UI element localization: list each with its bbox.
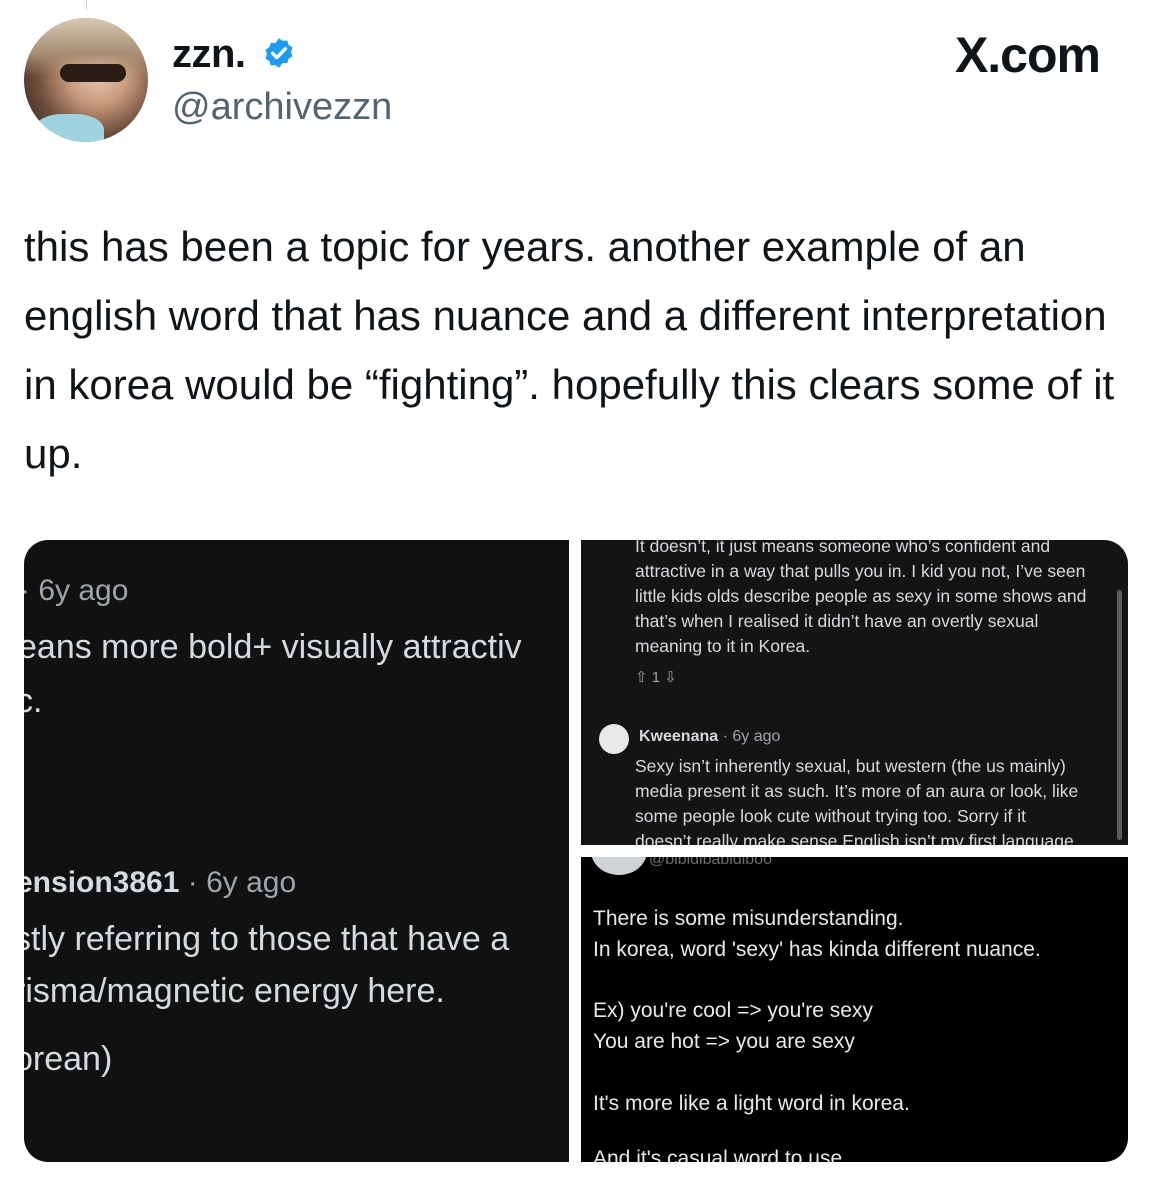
tweet-text: this has been a topic for years. another… bbox=[24, 223, 1115, 477]
comment-line: In korea, word 'sexy' has kinda differen… bbox=[593, 938, 1041, 961]
screenshot-left[interactable]: · 6y ago eans more bold+ visually attrac… bbox=[24, 540, 569, 1162]
reply-username: Kweenana · 6y ago bbox=[639, 728, 780, 746]
screenshot-bottom-right[interactable]: @bibidibabidiboo There is some misunders… bbox=[581, 857, 1128, 1162]
comment-line: It doesn’t, it just means someone who’s … bbox=[635, 540, 1051, 556]
comment-time: · 6y ago bbox=[179, 866, 297, 899]
comment-line: There is some misunderstanding. bbox=[593, 907, 904, 930]
commenter-handle: @bibidibabidiboo bbox=[649, 857, 772, 868]
avatar-glasses bbox=[60, 64, 126, 82]
reply-line: media present it as such. It’s more of a… bbox=[635, 781, 1079, 801]
screenshot-top-right[interactable]: It doesn’t, it just means someone who’s … bbox=[581, 540, 1128, 845]
comment-line: You are hot => you are sexy bbox=[593, 1030, 855, 1053]
comment-text: risma/magnetic energy here. bbox=[24, 972, 445, 1010]
avatar[interactable] bbox=[24, 18, 148, 142]
display-name[interactable]: zzn. bbox=[172, 32, 246, 77]
verified-badge-icon bbox=[265, 38, 293, 68]
comment-line-cut: And it's casual word to use bbox=[593, 1147, 843, 1162]
comment-line: attractive in a way that pulls you in. I… bbox=[635, 561, 1086, 581]
comment-line: It's more like a light word in korea. bbox=[593, 1092, 910, 1115]
commenter-avatar bbox=[591, 857, 647, 875]
comment-line: little kids olds describe people as sexy… bbox=[635, 586, 1087, 606]
username-text: Kweenana bbox=[639, 728, 719, 745]
reply-line: some people look cute without trying too… bbox=[635, 806, 1027, 826]
comment-line: meaning to it in Korea. bbox=[635, 636, 811, 656]
reply-time: · 6y ago bbox=[718, 728, 781, 745]
reply-avatar bbox=[599, 724, 629, 754]
user-handle[interactable]: @archivezzn bbox=[172, 86, 392, 129]
comment-text: orean) bbox=[24, 1040, 113, 1078]
avatar-shirt bbox=[34, 114, 104, 142]
media-grid[interactable]: · 6y ago eans more bold+ visually attrac… bbox=[24, 540, 1128, 1162]
thread-line bbox=[86, 0, 87, 10]
comment-text: eans more bold+ visually attractiv bbox=[24, 628, 522, 666]
comment-text: stly referring to those that have a bbox=[24, 920, 510, 958]
comment-line: Ex) you're cool => you're sexy bbox=[593, 999, 873, 1022]
comment-line: that’s when I realised it didn’t have an… bbox=[635, 611, 1039, 631]
scrollbar[interactable] bbox=[1117, 590, 1122, 840]
reply-line: Sexy isn’t inherently sexual, but wester… bbox=[635, 756, 1066, 776]
comment-text: c. bbox=[24, 682, 43, 720]
comment-meta: · 6y ago bbox=[24, 574, 129, 607]
vote-count: ⇧ 1 ⇩ bbox=[635, 669, 677, 686]
comment-username: ension3861 · 6y ago bbox=[24, 866, 296, 900]
username-text: ension3861 bbox=[24, 866, 180, 899]
reply-line: doesn’t really make sense English isn’t … bbox=[635, 831, 1079, 845]
brand-logo: X.com bbox=[954, 27, 1101, 83]
